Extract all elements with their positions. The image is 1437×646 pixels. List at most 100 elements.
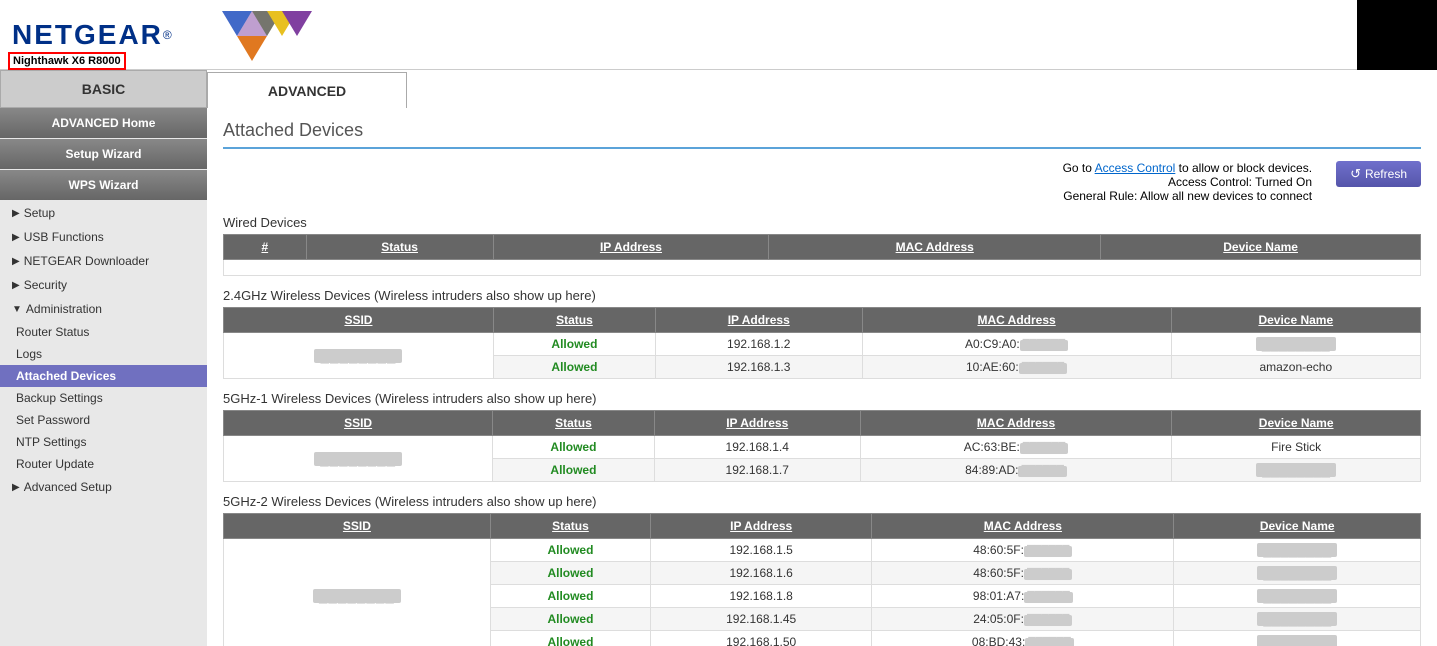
page-title: Attached Devices <box>223 120 1421 149</box>
cell-ip: 192.168.1.8 <box>651 585 872 608</box>
access-control-info: Access Control: Turned On General Rule: … <box>768 175 1313 203</box>
table-row: ████████ Allowed 192.168.1.2 A0:C9:A0:██… <box>224 333 1421 356</box>
col-status[interactable]: Status <box>306 235 493 260</box>
cell-device-name: ████████ <box>1171 333 1420 356</box>
sidebar: ADVANCED Home Setup Wizard WPS Wizard ▶ … <box>0 108 207 646</box>
cell-mac: A0:C9:A0:██████ <box>862 333 1171 356</box>
tab-basic[interactable]: BASIC <box>0 70 207 108</box>
arrow-icon: ▶ <box>12 482 20 493</box>
sidebar-sub-backup-settings[interactable]: Backup Settings <box>0 387 207 409</box>
col-device-name[interactable]: Device Name <box>1101 235 1421 260</box>
col-status[interactable]: Status <box>490 514 650 539</box>
table-row <box>224 260 1421 276</box>
cell-device-name: ████████ <box>1174 631 1421 646</box>
sidebar-sub-set-password[interactable]: Set Password <box>0 409 207 431</box>
tab-bar: BASIC ADVANCED <box>0 70 1437 108</box>
col-ssid[interactable]: SSID <box>224 514 491 539</box>
wired-devices-table: # Status IP Address MAC Address Device N… <box>223 234 1421 276</box>
cell-mac: 08:BD:43:██████ <box>872 631 1174 646</box>
tab-advanced[interactable]: ADVANCED <box>207 72 407 108</box>
col-ip[interactable]: IP Address <box>654 411 860 436</box>
cell-device-name: amazon-echo <box>1171 356 1420 379</box>
content-area: Attached Devices Go to Access Control to… <box>207 108 1437 646</box>
cell-ip: 192.168.1.2 <box>655 333 862 356</box>
cell-ssid: ████████ <box>224 436 493 482</box>
col-hash[interactable]: # <box>224 235 307 260</box>
sidebar-sub-logs[interactable]: Logs <box>0 343 207 365</box>
cell-mac: 98:01:A7:██████ <box>872 585 1174 608</box>
cell-ip: 192.168.1.4 <box>654 436 860 459</box>
cell-ip: 192.168.1.5 <box>651 539 872 562</box>
cell-status: Allowed <box>493 459 655 482</box>
cell-status: Allowed <box>493 436 655 459</box>
refresh-icon: ↺ <box>1350 166 1361 182</box>
sidebar-item-usb[interactable]: ▶ USB Functions <box>0 225 207 249</box>
wireless-5ghz2-title: 5GHz-2 Wireless Devices (Wireless intrud… <box>223 494 1421 509</box>
cell-ip: 192.168.1.6 <box>651 562 872 585</box>
cell-mac: 48:60:5F:██████ <box>872 539 1174 562</box>
cell-mac: 24:05:0F:██████ <box>872 608 1174 631</box>
main-layout: ADVANCED Home Setup Wizard WPS Wizard ▶ … <box>0 108 1437 646</box>
sidebar-item-administration[interactable]: ▼ Administration <box>0 297 207 321</box>
col-device-name[interactable]: Device Name <box>1171 308 1420 333</box>
sidebar-item-label: Advanced Setup <box>24 480 112 494</box>
device-name: Nighthawk X6 R8000 <box>8 52 126 70</box>
arrow-icon: ▶ <box>12 280 20 291</box>
sidebar-sub-router-status[interactable]: Router Status <box>0 321 207 343</box>
cell-status: Allowed <box>490 631 650 646</box>
sidebar-sub-attached-devices[interactable]: Attached Devices <box>0 365 207 387</box>
sidebar-item-label: USB Functions <box>24 230 104 244</box>
table-row: ████████ Allowed 192.168.1.5 48:60:5F:██… <box>224 539 1421 562</box>
wireless-24ghz-table: SSID Status IP Address MAC Address Devic… <box>223 307 1421 379</box>
col-ip[interactable]: IP Address <box>493 235 769 260</box>
cell-device-name: ████████ <box>1174 608 1421 631</box>
wireless-24ghz-title: 2.4GHz Wireless Devices (Wireless intrud… <box>223 288 1421 303</box>
cell-device-name: ████████ <box>1174 539 1421 562</box>
cell-mac: 48:60:5F:██████ <box>872 562 1174 585</box>
cell-status: Allowed <box>490 562 650 585</box>
wireless-5ghz1-title: 5GHz-1 Wireless Devices (Wireless intrud… <box>223 391 1421 406</box>
cell-ssid: ████████ <box>224 333 494 379</box>
col-status[interactable]: Status <box>493 308 655 333</box>
access-control-link[interactable]: Access Control <box>1095 161 1176 175</box>
cell-ip: 192.168.1.50 <box>651 631 872 646</box>
col-ip[interactable]: IP Address <box>655 308 862 333</box>
cell-status: Allowed <box>490 608 650 631</box>
col-status[interactable]: Status <box>493 411 655 436</box>
col-ssid[interactable]: SSID <box>224 411 493 436</box>
sidebar-item-label: Security <box>24 278 67 292</box>
cell-device-name: ████████ <box>1174 585 1421 608</box>
col-mac[interactable]: MAC Address <box>860 411 1172 436</box>
sidebar-advanced-home[interactable]: ADVANCED Home <box>0 108 207 138</box>
sidebar-sub-ntp-settings[interactable]: NTP Settings <box>0 431 207 453</box>
col-mac[interactable]: MAC Address <box>862 308 1171 333</box>
col-device-name[interactable]: Device Name <box>1172 411 1421 436</box>
col-ssid[interactable]: SSID <box>224 308 494 333</box>
col-device-name[interactable]: Device Name <box>1174 514 1421 539</box>
access-control-link-line: Go to Access Control to allow or block d… <box>768 161 1313 175</box>
cell-status: Allowed <box>493 356 655 379</box>
col-mac[interactable]: MAC Address <box>872 514 1174 539</box>
col-ip[interactable]: IP Address <box>651 514 872 539</box>
refresh-button[interactable]: ↺ Refresh <box>1336 161 1421 187</box>
sidebar-item-label: Administration <box>26 302 102 316</box>
sidebar-item-advanced-setup[interactable]: ▶ Advanced Setup <box>0 475 207 499</box>
black-box-decoration <box>1357 0 1437 70</box>
sidebar-item-downloader[interactable]: ▶ NETGEAR Downloader <box>0 249 207 273</box>
col-mac[interactable]: MAC Address <box>769 235 1101 260</box>
wireless-5ghz1-table: SSID Status IP Address MAC Address Devic… <box>223 410 1421 482</box>
logo-text: NETGEAR <box>12 19 163 50</box>
wireless-5ghz2-table: SSID Status IP Address MAC Address Devic… <box>223 513 1421 646</box>
sidebar-item-security[interactable]: ▶ Security <box>0 273 207 297</box>
sidebar-item-label: NETGEAR Downloader <box>24 254 149 268</box>
logo-shape <box>192 6 312 64</box>
sidebar-sub-router-update[interactable]: Router Update <box>0 453 207 475</box>
cell-ip: 192.168.1.7 <box>654 459 860 482</box>
sidebar-wps-wizard[interactable]: WPS Wizard <box>0 170 207 200</box>
sidebar-setup-wizard[interactable]: Setup Wizard <box>0 139 207 169</box>
cell-ssid: ████████ <box>224 539 491 646</box>
arrow-icon: ▶ <box>12 256 20 267</box>
header: NETGEAR® Nighthawk X6 R8000 <box>0 0 1437 70</box>
sidebar-item-setup[interactable]: ▶ Setup <box>0 201 207 225</box>
sidebar-item-label: Setup <box>24 206 55 220</box>
